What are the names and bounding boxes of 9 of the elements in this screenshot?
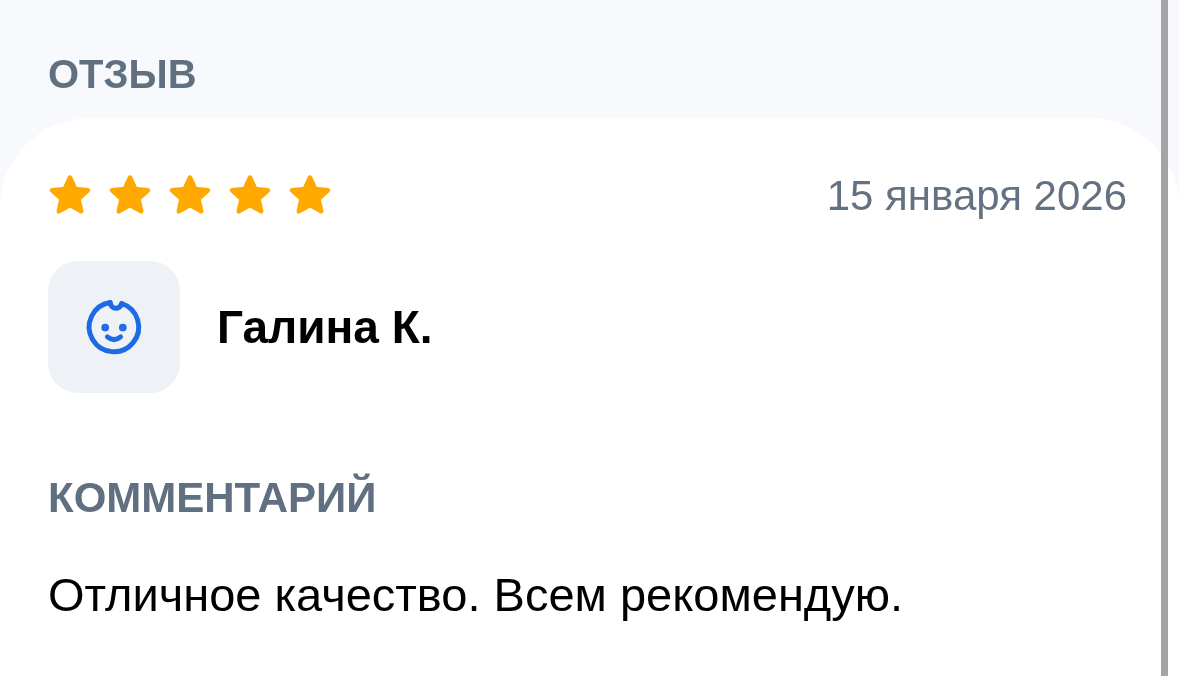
star-icon [108, 175, 152, 217]
star-icon [288, 175, 332, 217]
avatar-icon [48, 261, 180, 393]
star-icon [168, 175, 212, 217]
star-icon [228, 175, 272, 217]
author-name: Галина К. [217, 304, 433, 350]
review-date: 15 января 2026 [826, 175, 1127, 217]
star-icon [48, 175, 92, 217]
section-title: ОТЗЫВ [48, 54, 197, 94]
